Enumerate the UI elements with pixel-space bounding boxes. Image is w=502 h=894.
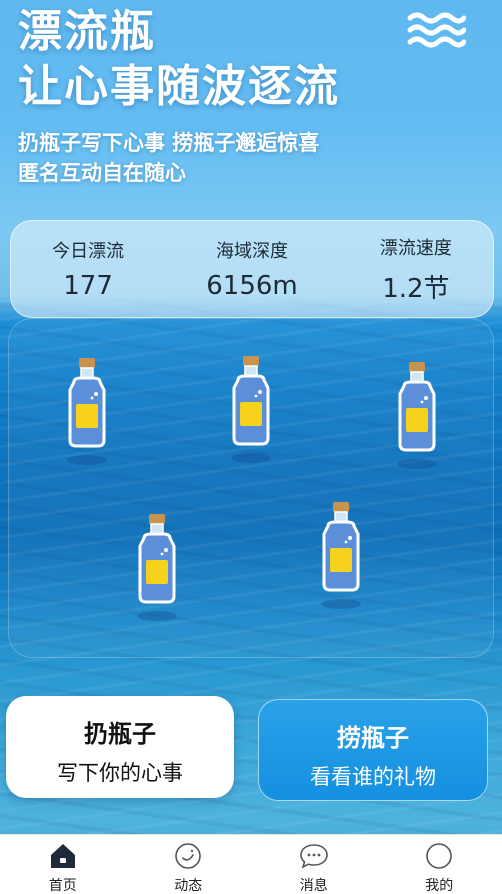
throw-bottle-subtitle: 写下你的心事	[57, 761, 183, 785]
title-line-2: 让心事随波逐流	[18, 61, 340, 112]
tab-label: 消息	[299, 878, 328, 894]
tab-home[interactable]: 首页	[18, 835, 108, 894]
page-title: 漂流瓶 让心事随波逐流	[18, 4, 340, 114]
bottle-icon[interactable]	[62, 356, 112, 472]
bottom-tab-bar: 首页 动态 消息 我的	[0, 834, 502, 894]
stat-label: 漂流速度	[379, 237, 452, 259]
tab-label: 我的	[425, 878, 454, 894]
bottle-icon[interactable]	[226, 354, 276, 470]
page-subtitle: 扔瓶子写下心事 捞瓶子邂逅惊喜 匿名互动自在随心	[18, 128, 319, 188]
bottle-icon[interactable]	[392, 360, 442, 476]
title-line-1: 漂流瓶	[18, 6, 156, 57]
waves-icon[interactable]	[406, 8, 466, 50]
tab-messages[interactable]: 消息	[269, 835, 359, 894]
stats-card: 今日漂流 177 海域深度 6156m 漂流速度 1.2节	[10, 220, 494, 318]
stat-value: 1.2节	[382, 273, 450, 304]
bottle-icon[interactable]	[316, 500, 366, 616]
tab-profile[interactable]: 我的	[394, 835, 484, 894]
stat-today-drift: 今日漂流 177	[52, 237, 124, 301]
subtitle-line-2: 匿名互动自在随心	[18, 161, 186, 185]
stat-label: 海域深度	[215, 241, 288, 262]
stat-value: 177	[63, 271, 113, 301]
pick-bottle-title: 捞瓶子	[337, 724, 409, 752]
bottle-icon[interactable]	[132, 512, 182, 628]
stat-value: 6156m	[206, 271, 298, 301]
subtitle-line-1: 扔瓶子写下心事 捞瓶子邂逅惊喜	[18, 131, 320, 155]
message-icon	[299, 844, 328, 869]
stat-drift-speed: 漂流速度 1.2节	[380, 234, 452, 305]
tab-feed[interactable]: 动态	[143, 835, 233, 894]
profile-icon	[426, 843, 453, 869]
stat-sea-depth: 海域深度 6156m	[206, 237, 298, 301]
smile-icon	[175, 843, 202, 869]
throw-bottle-button[interactable]: 扔瓶子 写下你的心事	[6, 696, 234, 798]
throw-bottle-title: 扔瓶子	[84, 720, 156, 748]
pick-bottle-button[interactable]: 捞瓶子 看看谁的礼物	[258, 699, 488, 801]
stat-label: 今日漂流	[52, 241, 125, 262]
tab-label: 动态	[174, 878, 203, 894]
pick-bottle-subtitle: 看看谁的礼物	[310, 765, 436, 789]
tab-label: 首页	[48, 878, 77, 894]
home-icon	[50, 844, 75, 868]
